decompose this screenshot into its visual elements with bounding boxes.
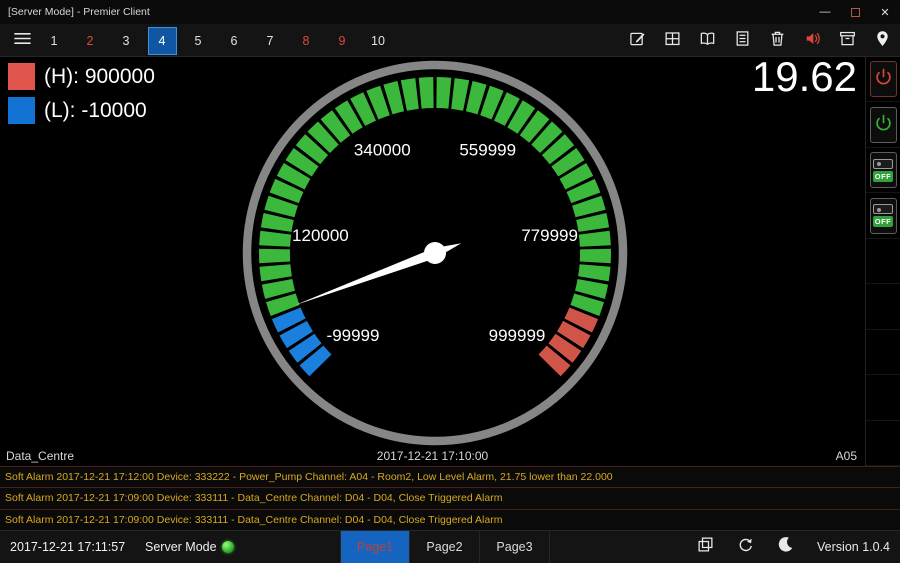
- channel-code: A05: [836, 449, 857, 463]
- trash-icon: [769, 30, 786, 52]
- cards-icon: [664, 30, 681, 52]
- gauge-limits-legend: (H): 900000 (L): -10000: [8, 63, 155, 131]
- gauge-panel: (H): 900000(L): -10000 19.62 -9999912000…: [0, 57, 865, 466]
- menu-button[interactable]: [8, 24, 36, 57]
- sound-icon: [804, 30, 821, 52]
- legend-label: (L): -10000: [44, 99, 147, 123]
- page-button-5[interactable]: 5: [180, 24, 216, 57]
- side-cell: OFF: [866, 148, 900, 193]
- alarm-row[interactable]: Soft Alarm 2017-12-21 17:09:00 Device: 3…: [0, 488, 900, 509]
- book-icon: [699, 30, 716, 52]
- edit-icon: [629, 30, 646, 52]
- power-button-red[interactable]: [870, 61, 897, 97]
- switch-button-2[interactable]: OFF: [870, 198, 897, 234]
- svg-text:999999: 999999: [489, 326, 546, 345]
- power-icon: [875, 68, 892, 90]
- status-bar: 2017-12-21 17:11:57 Server Mode Page1Pag…: [0, 530, 900, 563]
- side-cell: [866, 57, 900, 102]
- gauge-footer: Data_Centre 2017-12-21 17:10:00 A05: [0, 449, 865, 464]
- side-cell: [866, 330, 900, 375]
- main-area: (H): 900000(L): -10000 19.62 -9999912000…: [0, 57, 900, 466]
- gauge-value-readout: 19.62: [752, 53, 857, 101]
- alarm-row[interactable]: Soft Alarm 2017-12-21 17:12:00 Device: 3…: [0, 467, 900, 488]
- side-cell: [866, 102, 900, 147]
- switch-button-1[interactable]: OFF: [870, 152, 897, 188]
- svg-text:559999: 559999: [459, 141, 516, 160]
- side-cell: [866, 239, 900, 284]
- tab-page2[interactable]: Page2: [410, 531, 480, 563]
- svg-text:779999: 779999: [521, 226, 578, 245]
- maximize-button[interactable]: [840, 0, 870, 24]
- side-cell: [866, 421, 900, 466]
- location-icon: [874, 30, 891, 52]
- tab-page1[interactable]: Page1: [340, 531, 410, 563]
- power-button-green[interactable]: [870, 107, 897, 143]
- gauge-timestamp: 2017-12-21 17:10:00: [0, 449, 865, 463]
- legend-label: (H): 900000: [44, 65, 155, 89]
- layout-icon: [697, 536, 714, 558]
- version-label: Version 1.0.4: [817, 531, 890, 563]
- toggle-switch-icon: OFF: [873, 159, 893, 182]
- page-button-2[interactable]: 2: [72, 24, 108, 57]
- toggle-switch-icon: OFF: [873, 204, 893, 227]
- night-mode-button[interactable]: [765, 531, 805, 563]
- legend-row: (L): -10000: [8, 97, 155, 124]
- svg-text:340000: 340000: [354, 141, 411, 160]
- status-datetime: 2017-12-21 17:11:57: [10, 531, 125, 563]
- status-indicator-dot: [222, 541, 234, 553]
- layout-button[interactable]: [685, 531, 725, 563]
- page-button-1[interactable]: 1: [36, 24, 72, 57]
- maximize-icon: [851, 8, 860, 17]
- window-controls: — ✕: [810, 0, 900, 24]
- app-window: [Server Mode] - Premier Client — ✕ 12345…: [0, 0, 900, 563]
- moon-icon: [777, 536, 794, 558]
- gauge: -99999 120000 340000 559999 779999 999999: [235, 53, 635, 453]
- server-mode-label: Server Mode: [145, 531, 217, 563]
- legend-swatch: [8, 97, 35, 124]
- sync-button[interactable]: [725, 531, 765, 563]
- title-bar: [Server Mode] - Premier Client — ✕: [0, 0, 900, 24]
- side-cell: [866, 284, 900, 329]
- sync-icon: [737, 536, 754, 558]
- page-button-4[interactable]: 4: [148, 27, 177, 55]
- alarm-list: Soft Alarm 2017-12-21 17:12:00 Device: 3…: [0, 466, 900, 530]
- svg-text:-99999: -99999: [327, 326, 380, 345]
- status-bar-icons: [685, 531, 805, 563]
- report-icon: [734, 30, 751, 52]
- power-icon: [875, 114, 892, 136]
- legend-swatch: [8, 63, 35, 90]
- page-tabs: Page1Page2Page3: [340, 531, 550, 563]
- side-cell: [866, 375, 900, 420]
- page-button-3[interactable]: 3: [108, 24, 144, 57]
- close-button[interactable]: ✕: [870, 0, 900, 24]
- svg-text:120000: 120000: [292, 226, 349, 245]
- window-title: [Server Mode] - Premier Client: [8, 6, 150, 18]
- side-control-panel: OFF OFF: [865, 57, 900, 466]
- hamburger-icon: [13, 31, 32, 51]
- book-button[interactable]: [690, 24, 725, 57]
- location-button[interactable]: [865, 24, 900, 57]
- legend-row: (H): 900000: [8, 63, 155, 90]
- archive-icon: [839, 30, 856, 52]
- side-cell: OFF: [866, 193, 900, 238]
- minimize-button[interactable]: —: [810, 0, 840, 24]
- alarm-row[interactable]: Soft Alarm 2017-12-21 17:09:00 Device: 3…: [0, 510, 900, 531]
- tab-page3[interactable]: Page3: [480, 531, 550, 563]
- cards-button[interactable]: [655, 24, 690, 57]
